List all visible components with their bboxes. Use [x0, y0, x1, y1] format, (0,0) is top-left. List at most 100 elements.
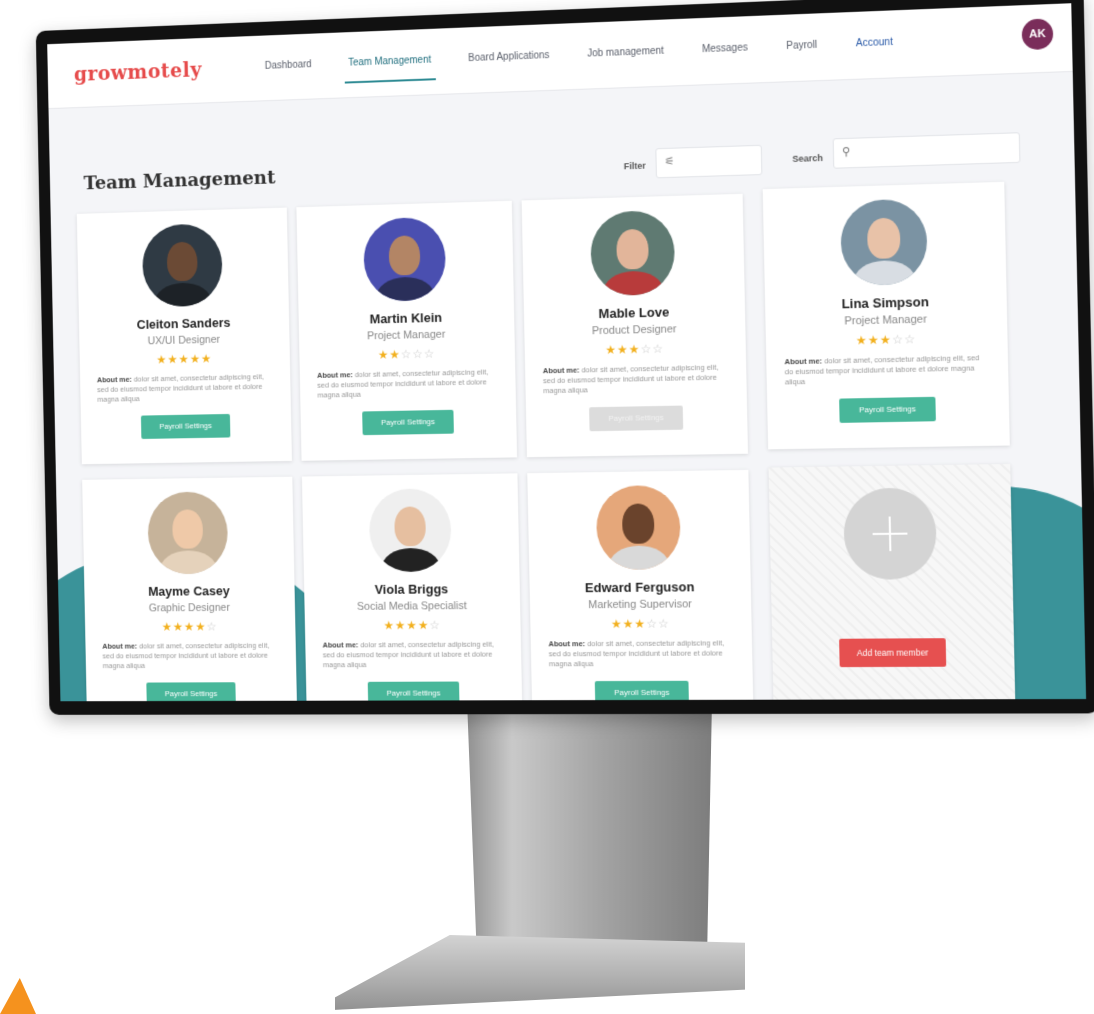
nav-payroll[interactable]: Payroll: [786, 40, 817, 52]
member-rating: ★★★★☆: [305, 618, 521, 633]
member-card: Martin Klein Project Manager ★★☆☆☆ About me…: [296, 200, 518, 461]
top-nav: growmotely Dashboard Team Management Boa…: [47, 3, 1073, 110]
star-filled-icon: ★: [383, 618, 396, 633]
payroll-settings-button[interactable]: Payroll Settings: [367, 681, 460, 702]
nav-board-applications[interactable]: Board Applications: [468, 50, 550, 64]
payroll-settings-button[interactable]: Payroll Settings: [146, 682, 236, 702]
about-label: About me:: [784, 356, 823, 367]
member-about: About me: dolor sit amet, consectetur ad…: [784, 353, 989, 388]
monitor-stand-neck: [467, 700, 712, 960]
member-role: Project Manager: [844, 313, 928, 328]
member-rating: ★★★★★: [80, 350, 290, 368]
nav-messages[interactable]: Messages: [702, 42, 748, 55]
star-filled-icon: ★: [377, 347, 390, 362]
member-rating: ★★★☆☆: [766, 330, 1008, 350]
nav-job-management[interactable]: Job management: [587, 46, 664, 60]
avatar-body: [853, 259, 916, 287]
star-filled-icon: ★: [172, 619, 185, 634]
star-empty-icon: ☆: [206, 619, 218, 634]
avatar-face: [616, 228, 649, 270]
avatar-body: [608, 545, 670, 571]
star-empty-icon: ☆: [423, 346, 436, 361]
filter-input[interactable]: ⚟: [655, 144, 763, 179]
member-about: About me: dolor sit amet, consectetur ad…: [317, 367, 498, 401]
member-name: Mayme Casey: [148, 583, 230, 599]
member-rating: ★★★☆☆: [525, 340, 746, 359]
avatar: [840, 198, 928, 287]
star-filled-icon: ★: [394, 618, 407, 633]
member-role: Social Media Specialist: [356, 600, 467, 613]
avatar-body: [154, 282, 212, 308]
user-avatar[interactable]: AK: [1021, 18, 1054, 51]
nav-dashboard[interactable]: Dashboard: [265, 59, 312, 72]
star-empty-icon: ☆: [400, 347, 413, 362]
star-empty-icon: ☆: [646, 616, 659, 631]
star-filled-icon: ★: [167, 352, 179, 367]
avatar-face: [166, 241, 198, 282]
avatar: [141, 223, 223, 308]
member-card: Mayme Casey Graphic Designer ★★★★☆ About me…: [82, 476, 298, 702]
nav-list: Dashboard Team Management Board Applicat…: [265, 35, 932, 72]
member-role: Marketing Supervisor: [588, 598, 692, 612]
filter-label: Filter: [623, 160, 646, 172]
member-rating: ★★☆☆☆: [299, 345, 515, 364]
avatar-face: [388, 235, 421, 276]
search-label: Search: [792, 152, 824, 164]
member-about: About me: dolor sit amet, consectetur ad…: [323, 640, 504, 671]
about-label: About me:: [548, 639, 586, 649]
star-filled-icon: ★: [406, 618, 418, 633]
about-label: About me:: [317, 370, 353, 380]
member-name: Martin Klein: [369, 309, 443, 327]
star-empty-icon: ☆: [640, 341, 653, 357]
member-rating: ★★★★☆: [85, 619, 296, 634]
nav-account[interactable]: Account: [856, 37, 893, 50]
avatar-face: [394, 506, 427, 547]
avatar: [595, 484, 682, 571]
plus-icon[interactable]: [843, 487, 938, 580]
avatar-body: [603, 270, 664, 297]
member-role: Graphic Designer: [148, 601, 230, 615]
member-card: Lina Simpson Project Manager ★★★☆☆ About me…: [762, 181, 1010, 450]
app-screen: growmotely Dashboard Team Management Boa…: [47, 3, 1087, 702]
nav-team-management[interactable]: Team Management: [348, 55, 431, 69]
star-empty-icon: ☆: [429, 618, 441, 633]
member-card: Edward Ferguson Marketing Supervisor ★★★☆☆…: [527, 469, 754, 702]
member-about: About me: dolor sit amet, consectetur ad…: [97, 372, 274, 405]
star-filled-icon: ★: [605, 342, 618, 357]
member-name: Edward Ferguson: [584, 579, 695, 596]
add-team-member-button[interactable]: Add team member: [839, 638, 947, 668]
member-name: Mable Love: [598, 304, 670, 322]
member-about: About me: dolor sit amet, consectetur ad…: [548, 638, 734, 669]
payroll-settings-button[interactable]: Payroll Settings: [594, 681, 689, 702]
payroll-settings-button[interactable]: Payroll Settings: [362, 410, 454, 436]
payroll-settings-button[interactable]: Payroll Settings: [589, 405, 684, 432]
avatar-face: [866, 217, 901, 260]
sliders-icon: ⚟: [664, 155, 675, 169]
star-filled-icon: ★: [867, 332, 881, 348]
member-card: Viola Briggs Social Media Specialist ★★★★☆…: [301, 473, 523, 702]
member-role: Project Manager: [366, 328, 446, 343]
star-filled-icon: ★: [610, 616, 623, 632]
star-filled-icon: ★: [879, 332, 893, 348]
star-filled-icon: ★: [183, 619, 196, 634]
star-empty-icon: ☆: [412, 346, 424, 362]
payroll-settings-button[interactable]: Payroll Settings: [839, 397, 936, 424]
avatar-body: [159, 550, 218, 575]
star-filled-icon: ★: [616, 342, 629, 357]
search-input[interactable]: ⚲: [832, 132, 1021, 169]
star-empty-icon: ☆: [657, 616, 670, 631]
payroll-settings-button[interactable]: Payroll Settings: [140, 414, 231, 440]
star-filled-icon: ★: [189, 351, 202, 366]
member-name: Viola Briggs: [374, 581, 449, 597]
avatar-face: [621, 503, 655, 544]
star-filled-icon: ★: [389, 347, 401, 362]
avatar: [368, 488, 452, 573]
avatar-body: [375, 276, 435, 302]
member-name: Lina Simpson: [841, 294, 930, 312]
about-label: About me:: [102, 641, 138, 651]
avatar: [363, 216, 447, 302]
star-filled-icon: ★: [855, 333, 868, 348]
page-title: Team Management: [83, 166, 276, 195]
member-role: UX/UI Designer: [147, 333, 221, 348]
app-logo[interactable]: growmotely: [74, 58, 202, 86]
